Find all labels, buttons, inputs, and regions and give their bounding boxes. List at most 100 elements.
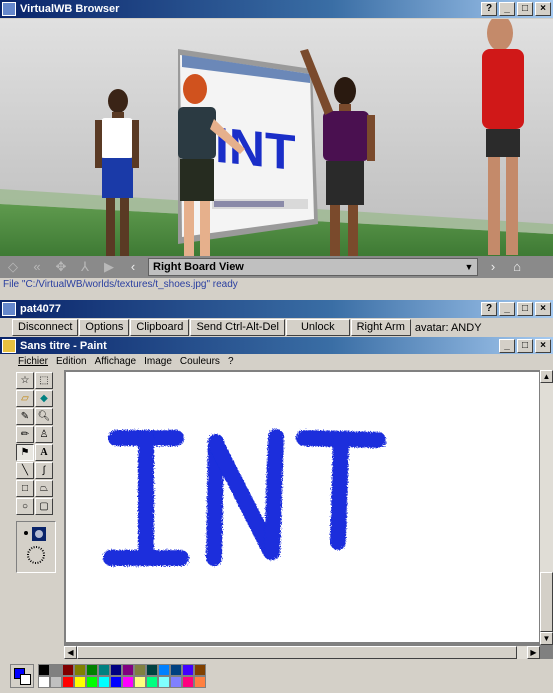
palette-swatch[interactable] bbox=[158, 664, 170, 676]
airbrush-size-options[interactable] bbox=[16, 521, 56, 573]
forward-icon[interactable]: ▶ bbox=[100, 258, 118, 276]
polygon-icon[interactable]: ⏢ bbox=[35, 480, 53, 497]
palette-swatch[interactable] bbox=[110, 664, 122, 676]
palette-swatch[interactable] bbox=[74, 664, 86, 676]
palette-swatch[interactable] bbox=[122, 676, 134, 688]
free-select-icon[interactable]: ☆ bbox=[16, 372, 34, 389]
unlock-button[interactable]: Unlock bbox=[285, 319, 350, 336]
magnifier-icon[interactable]: 🔍︎ bbox=[35, 408, 53, 425]
back-icon[interactable]: « bbox=[28, 258, 46, 276]
paint-title: Sans titre - Paint bbox=[20, 339, 107, 352]
palette-swatch[interactable] bbox=[134, 664, 146, 676]
vnc-titlebar: pat4077 ? _ □ × bbox=[0, 300, 553, 318]
viewpoint-select[interactable]: Right Board View ▼ bbox=[148, 258, 478, 276]
palette-swatches bbox=[38, 664, 206, 688]
browser-titlebar: VirtualWB Browser ? _ □ × bbox=[0, 0, 553, 18]
palette-swatch[interactable] bbox=[50, 664, 62, 676]
maximize-button[interactable]: □ bbox=[517, 2, 533, 16]
palette-swatch[interactable] bbox=[146, 676, 158, 688]
menu-affichage[interactable]: Affichage bbox=[95, 356, 137, 367]
palette-swatch[interactable] bbox=[98, 664, 110, 676]
disconnect-button[interactable]: Disconnect bbox=[12, 319, 79, 336]
next-viewpoint-icon[interactable]: › bbox=[484, 258, 502, 276]
palette-swatch[interactable] bbox=[110, 676, 122, 688]
palette-swatch[interactable] bbox=[170, 676, 182, 688]
menu-fichier[interactable]: Fichier bbox=[18, 356, 48, 367]
right-arm-button[interactable]: Right Arm bbox=[350, 319, 411, 336]
brush-icon[interactable]: ♙ bbox=[35, 426, 53, 443]
minimize-button[interactable]: _ bbox=[499, 302, 515, 316]
clipboard-button[interactable]: Clipboard bbox=[130, 319, 190, 336]
scroll-down-icon[interactable]: ▼ bbox=[540, 632, 553, 645]
help-icon[interactable]: ? bbox=[481, 2, 497, 16]
rect-select-icon[interactable]: ⬚ bbox=[35, 372, 53, 389]
palette-swatch[interactable] bbox=[194, 664, 206, 676]
close-button[interactable]: × bbox=[535, 302, 551, 316]
minimize-button[interactable]: _ bbox=[499, 338, 515, 353]
scroll-left-icon[interactable]: ◀ bbox=[64, 646, 77, 659]
rectangle-icon[interactable]: □ bbox=[16, 480, 34, 497]
canvas-area: ▲ ▼ ◀ ▶ bbox=[64, 370, 553, 659]
palette-swatch[interactable] bbox=[194, 676, 206, 688]
palette-swatch[interactable] bbox=[74, 676, 86, 688]
3d-scene-viewport[interactable]: INT bbox=[0, 19, 553, 256]
menu-edition[interactable]: Edition bbox=[56, 356, 87, 367]
browser-title: VirtualWB Browser bbox=[20, 3, 120, 15]
maximize-button[interactable]: □ bbox=[517, 338, 533, 353]
palette-swatch[interactable] bbox=[182, 676, 194, 688]
status-bar: File "C:/VirtualWB/worlds/textures/t_sho… bbox=[0, 278, 553, 292]
fill-icon[interactable]: ◆ bbox=[35, 390, 53, 407]
scroll-up-icon[interactable]: ▲ bbox=[540, 370, 553, 383]
color-picker-icon[interactable]: ✎ bbox=[16, 408, 34, 425]
line-icon[interactable]: ╲ bbox=[16, 462, 34, 479]
palette-swatch[interactable] bbox=[170, 664, 182, 676]
palette-swatch[interactable] bbox=[122, 664, 134, 676]
palette-swatch[interactable] bbox=[182, 664, 194, 676]
minimize-button[interactable]: _ bbox=[499, 2, 515, 16]
menu-help[interactable]: ? bbox=[228, 356, 234, 367]
airbrush-icon[interactable]: ⚑ bbox=[16, 444, 34, 461]
walk-icon[interactable]: ⅄ bbox=[76, 258, 94, 276]
ellipse-icon[interactable]: ○ bbox=[16, 498, 34, 515]
palette-swatch[interactable] bbox=[146, 664, 158, 676]
pan-icon[interactable]: ✥ bbox=[52, 258, 70, 276]
palette-swatch[interactable] bbox=[62, 676, 74, 688]
help-icon[interactable]: ? bbox=[481, 302, 497, 316]
palette-swatch[interactable] bbox=[158, 676, 170, 688]
palette-swatch[interactable] bbox=[86, 664, 98, 676]
palette-swatch[interactable] bbox=[134, 676, 146, 688]
rounded-rectangle-icon[interactable]: ▢ bbox=[35, 498, 53, 515]
scroll-thumb[interactable] bbox=[540, 572, 553, 632]
pencil-icon[interactable]: ✏︎ bbox=[16, 426, 34, 443]
paint-menubar: Fichier Edition Affichage Image Couleurs… bbox=[0, 354, 553, 368]
vertical-scrollbar[interactable]: ▲ ▼ bbox=[540, 370, 553, 645]
maximize-button[interactable]: □ bbox=[517, 302, 533, 316]
palette-swatch[interactable] bbox=[38, 676, 50, 688]
curve-icon[interactable]: ∫ bbox=[35, 462, 53, 479]
home-icon[interactable]: ⌂ bbox=[508, 258, 526, 276]
palette-swatch[interactable] bbox=[38, 664, 50, 676]
eraser-icon[interactable]: ▱ bbox=[16, 390, 34, 407]
menu-image[interactable]: Image bbox=[144, 356, 172, 367]
stop-icon[interactable]: ◇ bbox=[4, 258, 22, 276]
scroll-thumb[interactable] bbox=[77, 646, 517, 659]
current-colors[interactable] bbox=[10, 664, 34, 688]
palette-swatch[interactable] bbox=[62, 664, 74, 676]
close-button[interactable]: × bbox=[535, 338, 551, 353]
menu-couleurs[interactable]: Couleurs bbox=[180, 356, 220, 367]
horizontal-scrollbar[interactable]: ◀ ▶ bbox=[64, 646, 540, 659]
text-icon[interactable]: A bbox=[35, 444, 53, 461]
palette-swatch[interactable] bbox=[98, 676, 110, 688]
avatar-label: avatar: ANDY bbox=[414, 321, 482, 334]
viewpoint-label: Right Board View bbox=[153, 261, 244, 273]
chevron-down-icon[interactable]: ▼ bbox=[461, 262, 477, 272]
palette-swatch[interactable] bbox=[50, 676, 62, 688]
background-color bbox=[20, 674, 31, 685]
options-button[interactable]: Options bbox=[79, 319, 130, 336]
send-ctrl-alt-del-button[interactable]: Send Ctrl-Alt-Del bbox=[190, 319, 285, 336]
prev-viewpoint-icon[interactable]: ‹ bbox=[124, 258, 142, 276]
close-button[interactable]: × bbox=[535, 2, 551, 16]
paint-canvas[interactable] bbox=[66, 372, 539, 642]
scroll-right-icon[interactable]: ▶ bbox=[527, 646, 540, 659]
palette-swatch[interactable] bbox=[86, 676, 98, 688]
